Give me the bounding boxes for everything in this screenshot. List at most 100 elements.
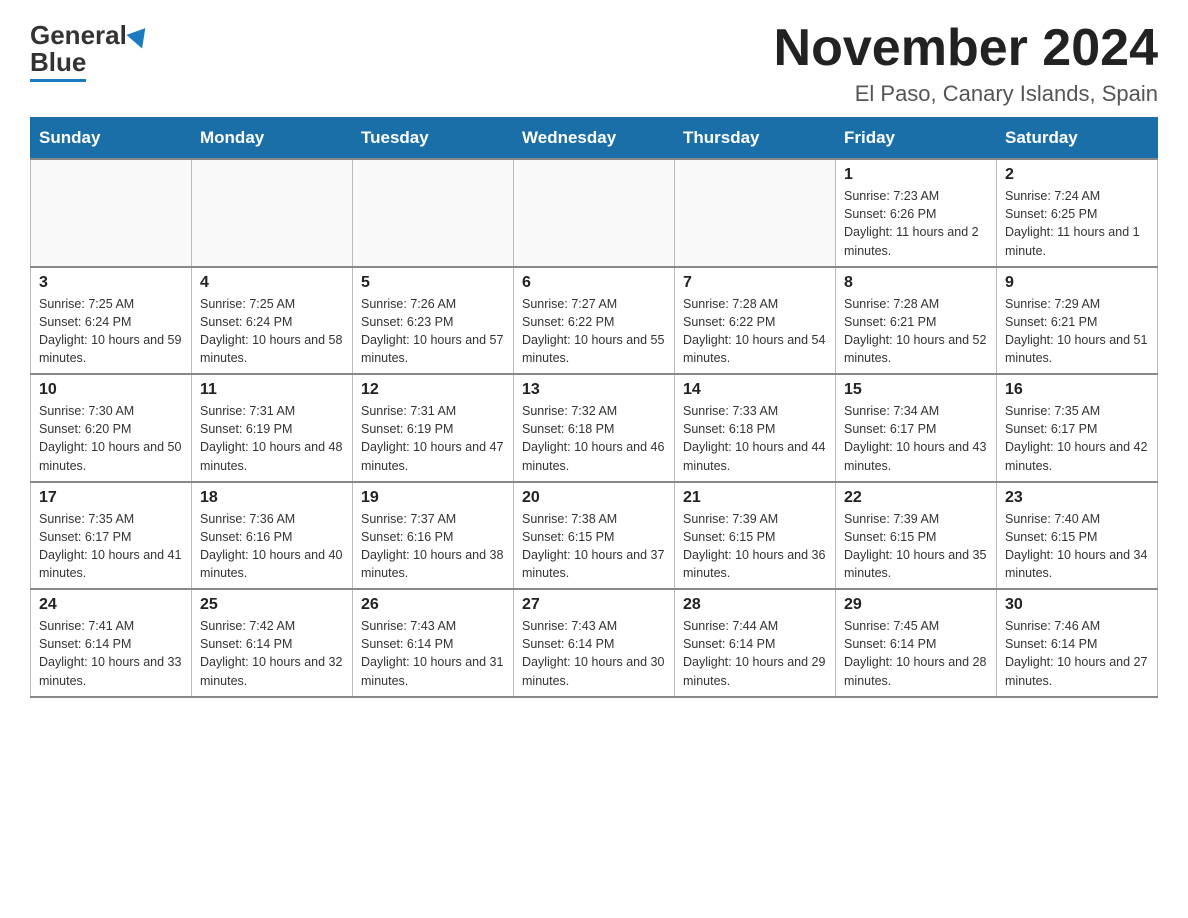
day-info: Sunrise: 7:43 AMSunset: 6:14 PMDaylight:… [522, 617, 666, 690]
logo-triangle-icon [126, 28, 151, 52]
day-number: 21 [683, 489, 827, 507]
day-number: 6 [522, 274, 666, 292]
calendar-cell: 17Sunrise: 7:35 AMSunset: 6:17 PMDayligh… [31, 482, 192, 590]
calendar-cell: 4 Sunrise: 7:25 AMSunset: 6:24 PMDaylight… [192, 267, 353, 375]
day-number: 19 [361, 489, 505, 507]
day-info: Sunrise: 7:44 AMSunset: 6:14 PMDaylight:… [683, 617, 827, 690]
calendar-cell: 6 Sunrise: 7:27 AMSunset: 6:22 PMDaylight… [514, 267, 675, 375]
day-number: 28 [683, 596, 827, 614]
calendar-cell: 15 Sunrise: 7:34 AMSunset: 6:17 PMDayligh… [836, 374, 997, 482]
calendar-cell: 28 Sunrise: 7:44 AMSunset: 6:14 PMDayligh… [675, 589, 836, 697]
weekday-header-friday: Friday [836, 118, 997, 160]
day-info: Sunrise: 7:37 AMSunset: 6:16 PMDaylight:… [361, 510, 505, 583]
calendar-cell: 20Sunrise: 7:38 AMSunset: 6:15 PMDayligh… [514, 482, 675, 590]
calendar-cell: 16 Sunrise: 7:35 AMSunset: 6:17 PMDayligh… [997, 374, 1158, 482]
day-info: Sunrise: 7:25 AMSunset: 6:24 PMDaylight:… [39, 295, 183, 368]
day-number: 23 [1005, 489, 1149, 507]
calendar-cell [31, 159, 192, 267]
calendar-cell: 7 Sunrise: 7:28 AMSunset: 6:22 PMDaylight… [675, 267, 836, 375]
day-number: 1 [844, 166, 988, 184]
calendar-week-1: 1Sunrise: 7:23 AMSunset: 6:26 PMDaylight… [31, 159, 1158, 267]
logo-blue-label: Blue [30, 47, 86, 82]
calendar-week-2: 3 Sunrise: 7:25 AMSunset: 6:24 PMDaylight… [31, 267, 1158, 375]
calendar-cell: 19 Sunrise: 7:37 AMSunset: 6:16 PMDayligh… [353, 482, 514, 590]
day-number: 30 [1005, 596, 1149, 614]
weekday-header-monday: Monday [192, 118, 353, 160]
calendar-cell: 29 Sunrise: 7:45 AMSunset: 6:14 PMDayligh… [836, 589, 997, 697]
calendar-cell [675, 159, 836, 267]
day-info: Sunrise: 7:43 AMSunset: 6:14 PMDaylight:… [361, 617, 505, 690]
calendar-cell: 1Sunrise: 7:23 AMSunset: 6:26 PMDaylight… [836, 159, 997, 267]
calendar-cell: 9 Sunrise: 7:29 AMSunset: 6:21 PMDaylight… [997, 267, 1158, 375]
day-number: 2 [1005, 166, 1149, 184]
logo: General Blue [30, 20, 149, 82]
day-info: Sunrise: 7:41 AMSunset: 6:14 PMDaylight:… [39, 617, 183, 690]
day-number: 5 [361, 274, 505, 292]
calendar-body: 1Sunrise: 7:23 AMSunset: 6:26 PMDaylight… [31, 159, 1158, 697]
day-number: 22 [844, 489, 988, 507]
day-info: Sunrise: 7:33 AMSunset: 6:18 PMDaylight:… [683, 402, 827, 475]
day-info: Sunrise: 7:26 AMSunset: 6:23 PMDaylight:… [361, 295, 505, 368]
calendar-header: SundayMondayTuesdayWednesdayThursdayFrid… [31, 118, 1158, 160]
weekday-header-saturday: Saturday [997, 118, 1158, 160]
day-number: 24 [39, 596, 183, 614]
page-title: November 2024 [774, 20, 1158, 77]
calendar-cell: 12Sunrise: 7:31 AMSunset: 6:19 PMDayligh… [353, 374, 514, 482]
day-info: Sunrise: 7:28 AMSunset: 6:22 PMDaylight:… [683, 295, 827, 368]
weekday-header-thursday: Thursday [675, 118, 836, 160]
day-info: Sunrise: 7:31 AMSunset: 6:19 PMDaylight:… [200, 402, 344, 475]
day-number: 8 [844, 274, 988, 292]
subtitle: El Paso, Canary Islands, Spain [774, 81, 1158, 107]
day-info: Sunrise: 7:24 AMSunset: 6:25 PMDaylight:… [1005, 187, 1149, 260]
calendar-cell: 3 Sunrise: 7:25 AMSunset: 6:24 PMDaylight… [31, 267, 192, 375]
calendar-cell: 26Sunrise: 7:43 AMSunset: 6:14 PMDayligh… [353, 589, 514, 697]
calendar-cell: 11Sunrise: 7:31 AMSunset: 6:19 PMDayligh… [192, 374, 353, 482]
day-info: Sunrise: 7:31 AMSunset: 6:19 PMDaylight:… [361, 402, 505, 475]
calendar-cell [514, 159, 675, 267]
calendar-cell: 21 Sunrise: 7:39 AMSunset: 6:15 PMDayligh… [675, 482, 836, 590]
calendar-cell: 25Sunrise: 7:42 AMSunset: 6:14 PMDayligh… [192, 589, 353, 697]
day-info: Sunrise: 7:39 AMSunset: 6:15 PMDaylight:… [683, 510, 827, 583]
weekday-header-sunday: Sunday [31, 118, 192, 160]
day-info: Sunrise: 7:35 AMSunset: 6:17 PMDaylight:… [39, 510, 183, 583]
calendar-cell: 23 Sunrise: 7:40 AMSunset: 6:15 PMDayligh… [997, 482, 1158, 590]
calendar-week-5: 24 Sunrise: 7:41 AMSunset: 6:14 PMDayligh… [31, 589, 1158, 697]
calendar-cell: 8 Sunrise: 7:28 AMSunset: 6:21 PMDaylight… [836, 267, 997, 375]
day-info: Sunrise: 7:46 AMSunset: 6:14 PMDaylight:… [1005, 617, 1149, 690]
day-number: 4 [200, 274, 344, 292]
day-info: Sunrise: 7:39 AMSunset: 6:15 PMDaylight:… [844, 510, 988, 583]
day-number: 16 [1005, 381, 1149, 399]
day-number: 15 [844, 381, 988, 399]
title-block: November 2024 El Paso, Canary Islands, S… [774, 20, 1158, 107]
calendar-week-4: 17Sunrise: 7:35 AMSunset: 6:17 PMDayligh… [31, 482, 1158, 590]
day-number: 7 [683, 274, 827, 292]
day-info: Sunrise: 7:27 AMSunset: 6:22 PMDaylight:… [522, 295, 666, 368]
calendar-cell: 18 Sunrise: 7:36 AMSunset: 6:16 PMDayligh… [192, 482, 353, 590]
day-number: 27 [522, 596, 666, 614]
calendar-cell: 30 Sunrise: 7:46 AMSunset: 6:14 PMDayligh… [997, 589, 1158, 697]
day-number: 9 [1005, 274, 1149, 292]
day-info: Sunrise: 7:29 AMSunset: 6:21 PMDaylight:… [1005, 295, 1149, 368]
day-info: Sunrise: 7:28 AMSunset: 6:21 PMDaylight:… [844, 295, 988, 368]
day-number: 3 [39, 274, 183, 292]
day-number: 18 [200, 489, 344, 507]
calendar-cell: 27 Sunrise: 7:43 AMSunset: 6:14 PMDayligh… [514, 589, 675, 697]
day-info: Sunrise: 7:38 AMSunset: 6:15 PMDaylight:… [522, 510, 666, 583]
calendar-cell: 5 Sunrise: 7:26 AMSunset: 6:23 PMDaylight… [353, 267, 514, 375]
day-info: Sunrise: 7:35 AMSunset: 6:17 PMDaylight:… [1005, 402, 1149, 475]
day-number: 14 [683, 381, 827, 399]
page-header: General Blue November 2024 El Paso, Cana… [30, 20, 1158, 107]
calendar-cell: 13Sunrise: 7:32 AMSunset: 6:18 PMDayligh… [514, 374, 675, 482]
day-info: Sunrise: 7:34 AMSunset: 6:17 PMDaylight:… [844, 402, 988, 475]
calendar-cell [192, 159, 353, 267]
day-info: Sunrise: 7:36 AMSunset: 6:16 PMDaylight:… [200, 510, 344, 583]
day-info: Sunrise: 7:40 AMSunset: 6:15 PMDaylight:… [1005, 510, 1149, 583]
weekday-row: SundayMondayTuesdayWednesdayThursdayFrid… [31, 118, 1158, 160]
calendar-table: SundayMondayTuesdayWednesdayThursdayFrid… [30, 117, 1158, 698]
calendar-cell: 2 Sunrise: 7:24 AMSunset: 6:25 PMDaylight… [997, 159, 1158, 267]
weekday-header-wednesday: Wednesday [514, 118, 675, 160]
day-number: 29 [844, 596, 988, 614]
day-info: Sunrise: 7:45 AMSunset: 6:14 PMDaylight:… [844, 617, 988, 690]
day-info: Sunrise: 7:25 AMSunset: 6:24 PMDaylight:… [200, 295, 344, 368]
day-number: 10 [39, 381, 183, 399]
